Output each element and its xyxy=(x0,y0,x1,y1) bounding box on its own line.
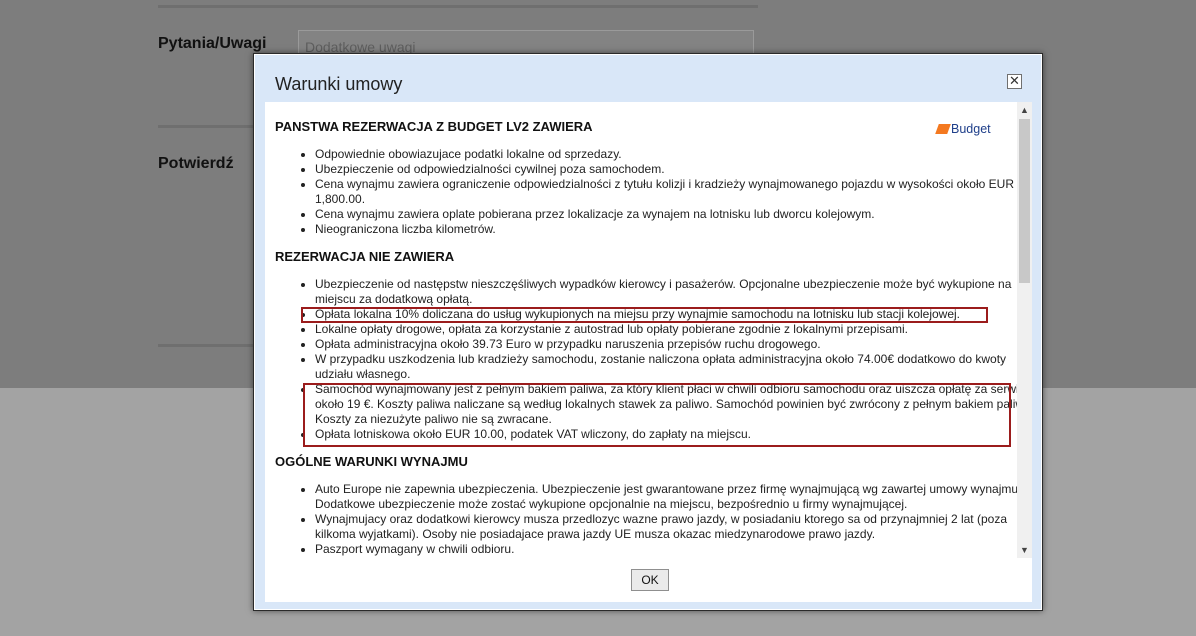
dialog-footer: OK xyxy=(265,558,1032,602)
section-heading-excludes: REZERWACJA NIE ZAWIERA xyxy=(275,249,455,264)
dialog-body[interactable]: Budget PANSTWA REZERWACJA Z BUDGET LV2 Z… xyxy=(265,102,1032,558)
list-item: Wynajmujacy oraz dodatkowi kierowcy musz… xyxy=(315,512,1032,542)
section-divider xyxy=(158,5,758,8)
confirm-label: Potwierdź xyxy=(158,155,234,172)
terms-dialog: Warunki umowy ✕ Budget PANSTWA REZERWACJ… xyxy=(253,53,1043,611)
list-item: Odpowiednie obowiazujace podatki lokalne… xyxy=(315,147,1032,162)
list-item: Paszport wymagany w chwili odbioru. xyxy=(315,542,1032,557)
budget-logo: Budget xyxy=(935,122,991,136)
budget-logo-mark xyxy=(935,124,951,134)
list-item: W przypadku uszkodzenia lub kradzieży sa… xyxy=(315,352,1032,382)
scroll-up-icon[interactable]: ▲ xyxy=(1017,102,1032,118)
list-item: Cena wynajmu zawiera oplate pobierana pr… xyxy=(315,207,1032,222)
list-item: Nieograniczona liczba kilometrów. xyxy=(315,222,1032,237)
dialog-frame: Warunki umowy ✕ Budget PANSTWA REZERWACJ… xyxy=(255,55,1041,609)
list-item: Cena wynajmu zawiera ograniczenie odpowi… xyxy=(315,177,1032,207)
close-icon[interactable]: ✕ xyxy=(1007,74,1022,89)
dialog-title: Warunki umowy xyxy=(275,74,403,94)
questions-label: Pytania/Uwagi xyxy=(158,35,267,52)
ok-button[interactable]: OK xyxy=(631,569,669,591)
list-item: Lokalne opłaty drogowe, opłata za korzys… xyxy=(315,322,1032,337)
highlight-box xyxy=(303,383,1011,447)
list-item: Ubezpieczenie od następstw nieszczęśliwy… xyxy=(315,277,1032,307)
list-item: Auto Europe nie zapewnia ubezpieczenia. … xyxy=(315,482,1032,512)
vertical-scrollbar[interactable]: ▲ ▼ xyxy=(1017,102,1032,558)
section-heading-general: OGÓLNE WARUNKI WYNAJMU xyxy=(275,454,468,469)
section-heading-includes: PANSTWA REZERWACJA Z BUDGET LV2 ZAWIERA xyxy=(275,119,593,134)
budget-logo-text: Budget xyxy=(951,122,991,136)
scroll-down-icon[interactable]: ▼ xyxy=(1017,542,1032,558)
general-list: Auto Europe nie zapewnia ubezpieczenia. … xyxy=(275,482,1032,557)
list-item: Opłata administracyjna około 39.73 Euro … xyxy=(315,337,1032,352)
highlight-box xyxy=(301,307,988,323)
list-item: Ubezpieczenie od odpowiedzialności cywil… xyxy=(315,162,1032,177)
includes-list: Odpowiednie obowiazujace podatki lokalne… xyxy=(275,147,1032,237)
scroll-thumb[interactable] xyxy=(1019,119,1030,283)
